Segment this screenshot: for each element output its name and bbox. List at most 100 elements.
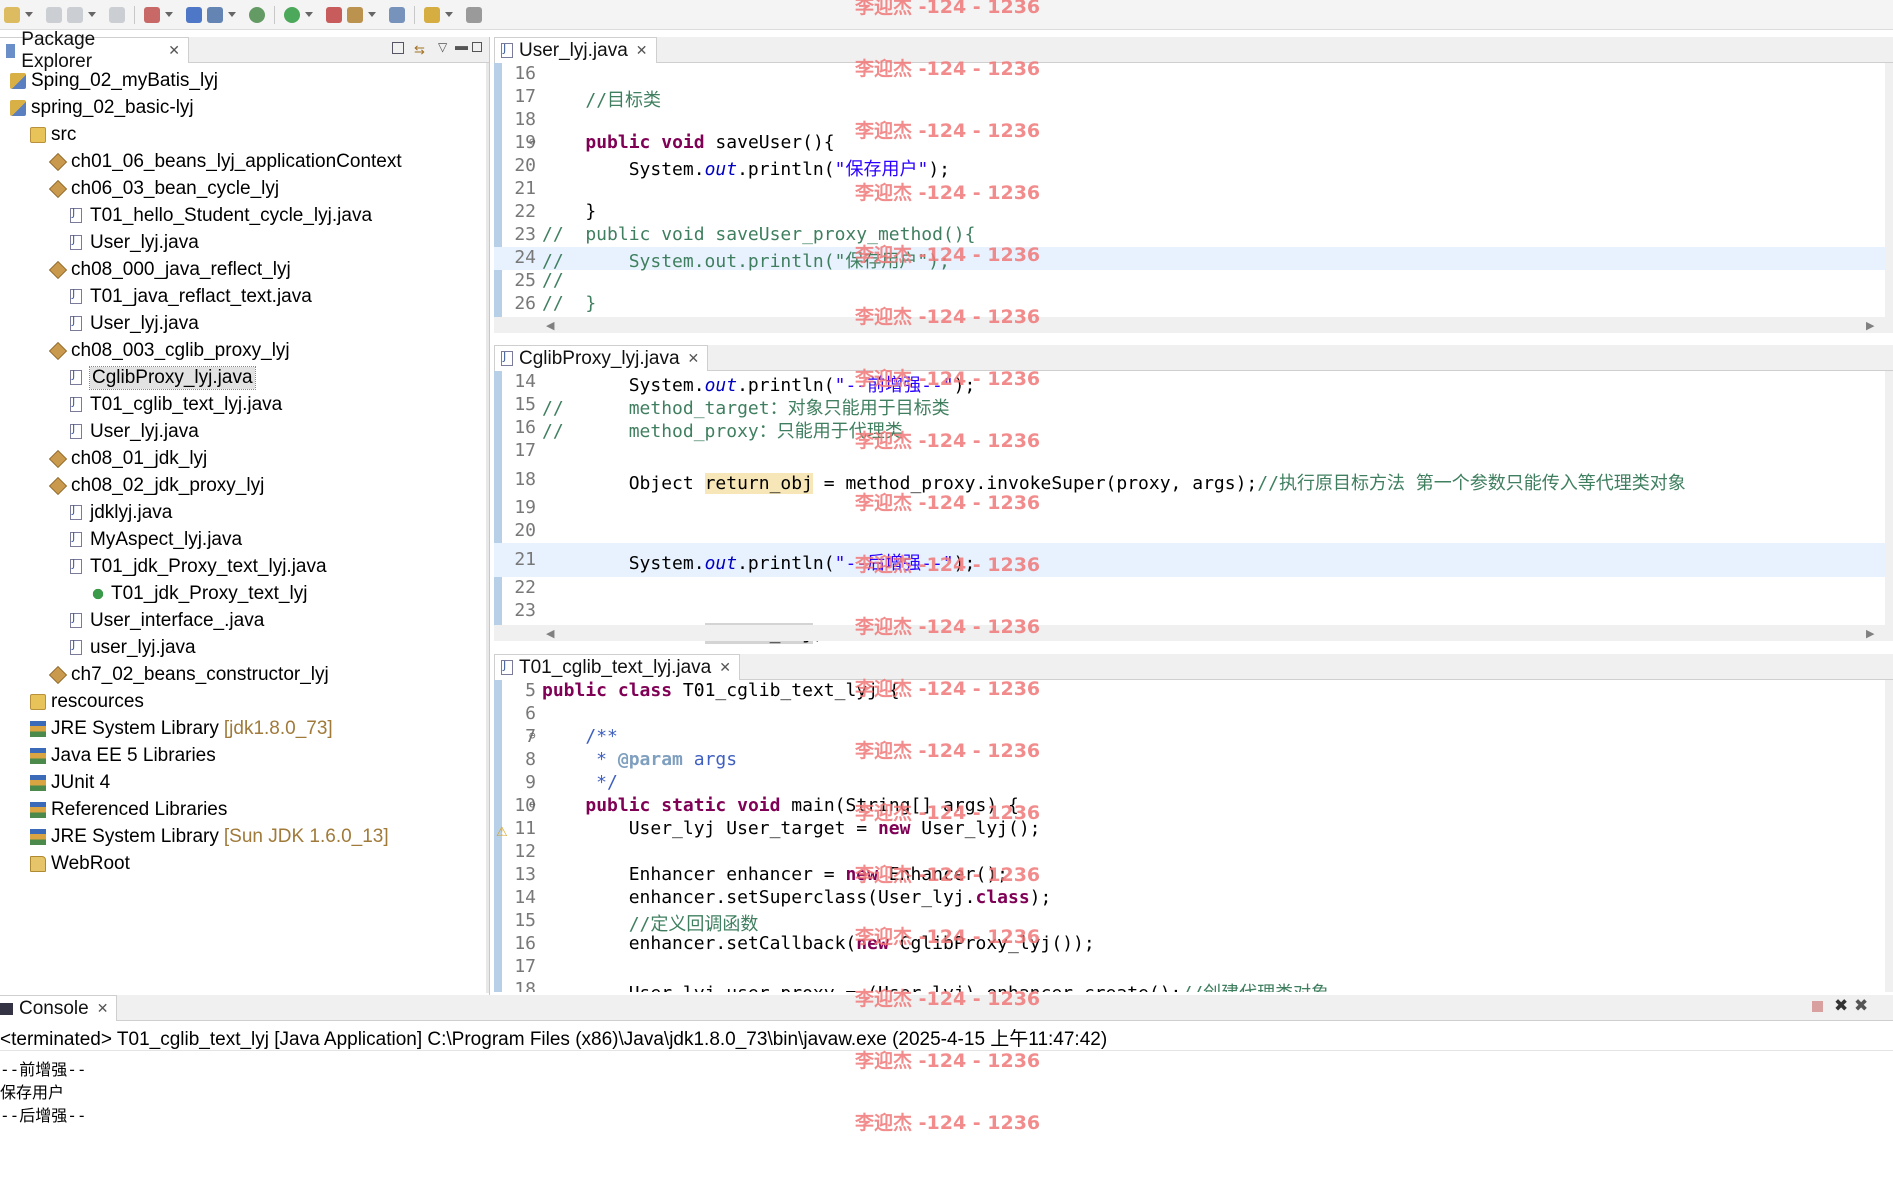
tree-scrollbar[interactable] <box>486 63 489 993</box>
code-line[interactable]: 14 enhancer.setSuperclass(User_lyj.class… <box>494 887 1893 910</box>
print-icon[interactable] <box>109 6 125 23</box>
code-line[interactable]: 22 } <box>494 201 1893 224</box>
vertical-scrollbar[interactable] <box>1885 680 1893 992</box>
scroll-left-icon[interactable]: ◀ <box>546 319 554 332</box>
close-icon[interactable]: ✕ <box>97 1000 109 1017</box>
tree-item[interactable]: User_lyj.java <box>70 310 199 337</box>
close-icon[interactable]: ✕ <box>688 350 700 367</box>
code-line[interactable]: 11 User_lyj User_target = new User_lyj()… <box>494 818 1893 841</box>
tree-item[interactable]: T01_java_reflact_text.java <box>70 283 312 310</box>
scroll-left-icon[interactable]: ◀ <box>546 627 554 640</box>
open-type-icon[interactable] <box>347 6 363 23</box>
new-java-icon[interactable] <box>144 6 160 23</box>
code-line[interactable]: 14 System.out.println("--前增强--"); <box>494 371 1893 396</box>
close-icon[interactable]: ✕ <box>636 42 648 59</box>
tree-item[interactable]: rescources <box>30 688 144 715</box>
tab-t01-cglib-text-lyj-java[interactable]: T01_cglib_text_lyj.java ✕ <box>494 654 740 680</box>
tree-item[interactable]: ch7_02_beans_constructor_lyj <box>48 661 329 688</box>
code-line[interactable]: 17 //目标类 <box>494 86 1893 111</box>
vertical-scrollbar[interactable] <box>1885 371 1893 627</box>
tab-user-lyj-java[interactable]: User_lyj.java ✕ <box>494 37 657 63</box>
link-editor-icon[interactable]: ⇆ <box>414 42 425 58</box>
tree-item[interactable]: T01_jdk_Proxy_text_lyj <box>90 580 307 607</box>
code-line[interactable]: 9 */ <box>494 772 1893 795</box>
code-line[interactable]: 22 <box>494 577 1893 600</box>
horizontal-scrollbar[interactable]: ◀ ▶ <box>494 317 1893 333</box>
tree-item[interactable]: ch08_003_cglib_proxy_lyj <box>48 337 290 364</box>
maximize-icon[interactable] <box>472 42 482 52</box>
tree-item[interactable]: JUnit 4 <box>30 769 110 796</box>
tree-item[interactable]: ch08_02_jdk_proxy_lyj <box>48 472 264 499</box>
code-line[interactable]: 20 <box>494 520 1893 543</box>
tree-item[interactable]: jdklyj.java <box>70 499 172 526</box>
code-line[interactable]: 25 // <box>494 270 1893 293</box>
collapse-all-icon[interactable] <box>392 42 404 54</box>
code-line[interactable]: 20 System.out.println("保存用户"); <box>494 155 1893 180</box>
code-line[interactable]: 18 <box>494 109 1893 132</box>
dropdown-caret-icon[interactable] <box>25 12 33 17</box>
dropdown-caret-icon[interactable] <box>88 12 96 17</box>
tree-item[interactable]: Sping_02_myBatis_lyj <box>10 67 218 94</box>
gear-icon[interactable] <box>207 6 223 23</box>
tree-item[interactable]: ch01_06_beans_lyj_applicationContext <box>48 148 402 175</box>
external-tools-icon[interactable] <box>326 6 342 23</box>
forward-icon[interactable] <box>466 6 482 23</box>
tree-item[interactable]: WebRoot <box>30 850 130 877</box>
code-line[interactable]: 19 ⊖ public void saveUser(){ <box>494 132 1893 155</box>
code-line[interactable]: 7 ⊖ /** <box>494 726 1893 749</box>
code-line[interactable]: 17 <box>494 956 1893 979</box>
minimize-icon[interactable]: ▬ <box>455 38 468 53</box>
tree-item[interactable]: User_lyj.java <box>70 418 199 445</box>
close-icon[interactable]: ✕ <box>719 659 731 676</box>
search-icon[interactable] <box>389 6 405 23</box>
tree-item[interactable]: User_lyj.java <box>70 229 199 256</box>
tree-item[interactable]: T01_cglib_text_lyj.java <box>70 391 282 418</box>
fold-toggle-icon[interactable]: ⊖ <box>529 135 536 148</box>
tree-item[interactable]: Java EE 5 Libraries <box>30 742 216 769</box>
tree-item[interactable]: src <box>30 121 76 148</box>
scroll-right-icon[interactable]: ▶ <box>1866 627 1874 640</box>
code-line[interactable]: 17 <box>494 440 1893 463</box>
warning-marker-icon[interactable]: ⚠ <box>496 824 508 840</box>
tab-cglibproxy-lyj-java[interactable]: CglibProxy_lyj.java ✕ <box>494 345 709 371</box>
tree-item[interactable]: user_lyj.java <box>70 634 196 661</box>
tree-item[interactable]: JRE System Library [Sun JDK 1.6.0_13] <box>30 823 389 850</box>
tree-item[interactable]: CglibProxy_lyj.java <box>70 364 256 391</box>
code-line[interactable]: 26 // } <box>494 293 1893 316</box>
code-line[interactable]: 15 //定义回调函数 <box>494 910 1893 935</box>
dropdown-caret-icon[interactable] <box>165 12 173 17</box>
code-line[interactable]: 5 public class T01_cglib_text_lyj { <box>494 680 1893 703</box>
code-line[interactable]: 21 System.out.println("--后增强--"); <box>494 543 1893 577</box>
run-icon[interactable] <box>284 6 300 23</box>
save-icon[interactable] <box>46 6 62 23</box>
tab-console[interactable]: Console ✕ <box>0 995 118 1021</box>
view-menu-icon[interactable]: ▽ <box>438 40 447 54</box>
code-line[interactable]: 18 Object return_obj = method_proxy.invo… <box>494 463 1893 497</box>
tree-item[interactable]: JRE System Library [jdk1.8.0_73] <box>30 715 333 742</box>
code-line[interactable]: 23// public void saveUser_proxy_method()… <box>494 224 1893 247</box>
code-line[interactable]: 21 <box>494 178 1893 201</box>
code-line[interactable]: 16 <box>494 63 1893 86</box>
tree-item[interactable]: Referenced Libraries <box>30 796 227 823</box>
fold-toggle-icon[interactable]: ⊖ <box>529 729 536 742</box>
tree-item[interactable]: spring_02_basic-lyj <box>10 94 194 121</box>
code-line[interactable]: 24// System.out.println("保存用户"); <box>494 247 1893 272</box>
horizontal-scrollbar[interactable]: ◀ ▶ <box>494 625 1893 641</box>
tree-item[interactable]: User_interface_.java <box>70 607 264 634</box>
tree-item[interactable]: T01_jdk_Proxy_text_lyj.java <box>70 553 327 580</box>
tree-item[interactable]: ch06_03_bean_cycle_lyj <box>48 175 279 202</box>
code-line[interactable]: 19 <box>494 497 1893 520</box>
dropdown-caret-icon[interactable] <box>445 12 453 17</box>
tree-item[interactable]: MyAspect_lyj.java <box>70 526 242 553</box>
vertical-scrollbar[interactable] <box>1885 63 1893 319</box>
code-line[interactable]: 16// method_proxy：只能用于代理类 <box>494 417 1893 442</box>
terminate-icon[interactable] <box>1812 1001 1823 1012</box>
debug-icon[interactable] <box>249 6 265 23</box>
code-line[interactable]: 16 enhancer.setCallback(new CglibProxy_l… <box>494 933 1893 956</box>
code-line[interactable]: 6 <box>494 703 1893 726</box>
tree-item[interactable]: ch08_01_jdk_lyj <box>48 445 207 472</box>
new-icon[interactable] <box>4 6 20 23</box>
remove-all-icon[interactable]: ✖ <box>1854 996 1868 1016</box>
fold-toggle-icon[interactable]: ⊖ <box>529 798 536 811</box>
code-line[interactable]: 18 User_lyj user_proxy = (User_lyj) enha… <box>494 979 1893 992</box>
